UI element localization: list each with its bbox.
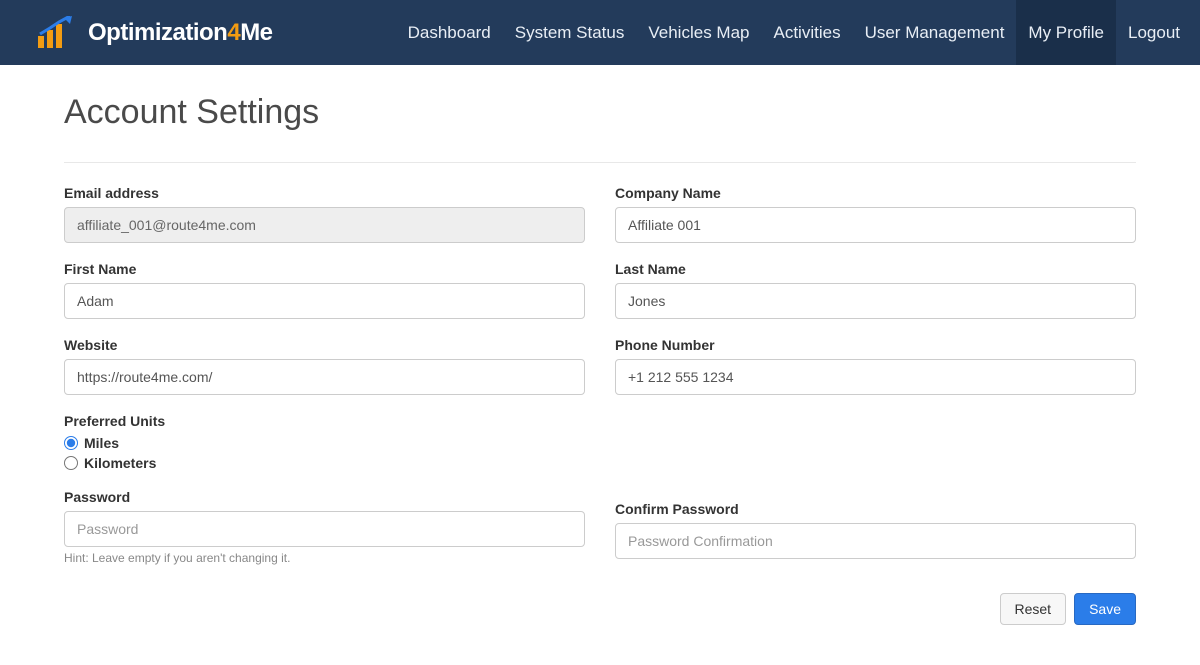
radio-miles-row[interactable]: Miles	[64, 435, 585, 451]
form-col-left: Email address First Name Website Preferr…	[64, 185, 585, 565]
label-email: Email address	[64, 185, 585, 201]
form-col-right: Company Name Last Name Phone Number Conf…	[615, 185, 1136, 565]
reset-button[interactable]: Reset	[1000, 593, 1067, 625]
field-email: Email address	[64, 185, 585, 243]
radio-kilometers[interactable]	[64, 456, 78, 470]
units-radio-group: Miles Kilometers	[64, 435, 585, 471]
logo-icon	[36, 16, 80, 50]
password-input[interactable]	[64, 511, 585, 547]
field-units: Preferred Units Miles Kilometers	[64, 413, 585, 471]
label-password: Password	[64, 489, 585, 505]
page-content: Account Settings Email address First Nam…	[0, 65, 1200, 665]
email-input	[64, 207, 585, 243]
company-input[interactable]	[615, 207, 1136, 243]
first-name-input[interactable]	[64, 283, 585, 319]
radio-miles[interactable]	[64, 436, 78, 450]
brand-name-part1: Optimization	[88, 19, 227, 46]
radio-kilometers-label: Kilometers	[84, 455, 156, 471]
brand-name: Optimization4Me	[88, 19, 273, 47]
label-company: Company Name	[615, 185, 1136, 201]
radio-miles-label: Miles	[84, 435, 119, 451]
nav-vehicles-map[interactable]: Vehicles Map	[636, 0, 761, 65]
brand-name-part3: Me	[240, 19, 272, 46]
field-website: Website	[64, 337, 585, 395]
password-hint: Hint: Leave empty if you aren't changing…	[64, 551, 585, 565]
nav-system-status[interactable]: System Status	[503, 0, 637, 65]
field-password: Password Hint: Leave empty if you aren't…	[64, 489, 585, 565]
label-confirm-password: Confirm Password	[615, 501, 1136, 517]
brand-name-part2: 4	[227, 19, 240, 46]
divider	[64, 162, 1136, 163]
page-title: Account Settings	[64, 93, 1136, 132]
radio-kilometers-row[interactable]: Kilometers	[64, 455, 585, 471]
nav-activities[interactable]: Activities	[762, 0, 853, 65]
website-input[interactable]	[64, 359, 585, 395]
label-website: Website	[64, 337, 585, 353]
nav-dashboard[interactable]: Dashboard	[396, 0, 503, 65]
confirm-password-input[interactable]	[615, 523, 1136, 559]
field-phone: Phone Number	[615, 337, 1136, 395]
field-confirm-password: Confirm Password	[615, 501, 1136, 559]
label-phone: Phone Number	[615, 337, 1136, 353]
save-button[interactable]: Save	[1074, 593, 1136, 625]
last-name-input[interactable]	[615, 283, 1136, 319]
nav-user-management[interactable]: User Management	[853, 0, 1017, 65]
field-last-name: Last Name	[615, 261, 1136, 319]
label-units: Preferred Units	[64, 413, 585, 429]
form-actions: Reset Save	[64, 593, 1136, 625]
navbar: Optimization4Me Dashboard System Status …	[0, 0, 1200, 65]
label-first-name: First Name	[64, 261, 585, 277]
field-company: Company Name	[615, 185, 1136, 243]
spacer	[615, 413, 1136, 483]
account-form: Email address First Name Website Preferr…	[64, 185, 1136, 565]
nav-logout[interactable]: Logout	[1116, 0, 1200, 65]
nav-items: Dashboard System Status Vehicles Map Act…	[396, 0, 1200, 65]
brand-logo[interactable]: Optimization4Me	[36, 16, 273, 50]
phone-input[interactable]	[615, 359, 1136, 395]
field-first-name: First Name	[64, 261, 585, 319]
nav-my-profile[interactable]: My Profile	[1016, 0, 1116, 65]
label-last-name: Last Name	[615, 261, 1136, 277]
